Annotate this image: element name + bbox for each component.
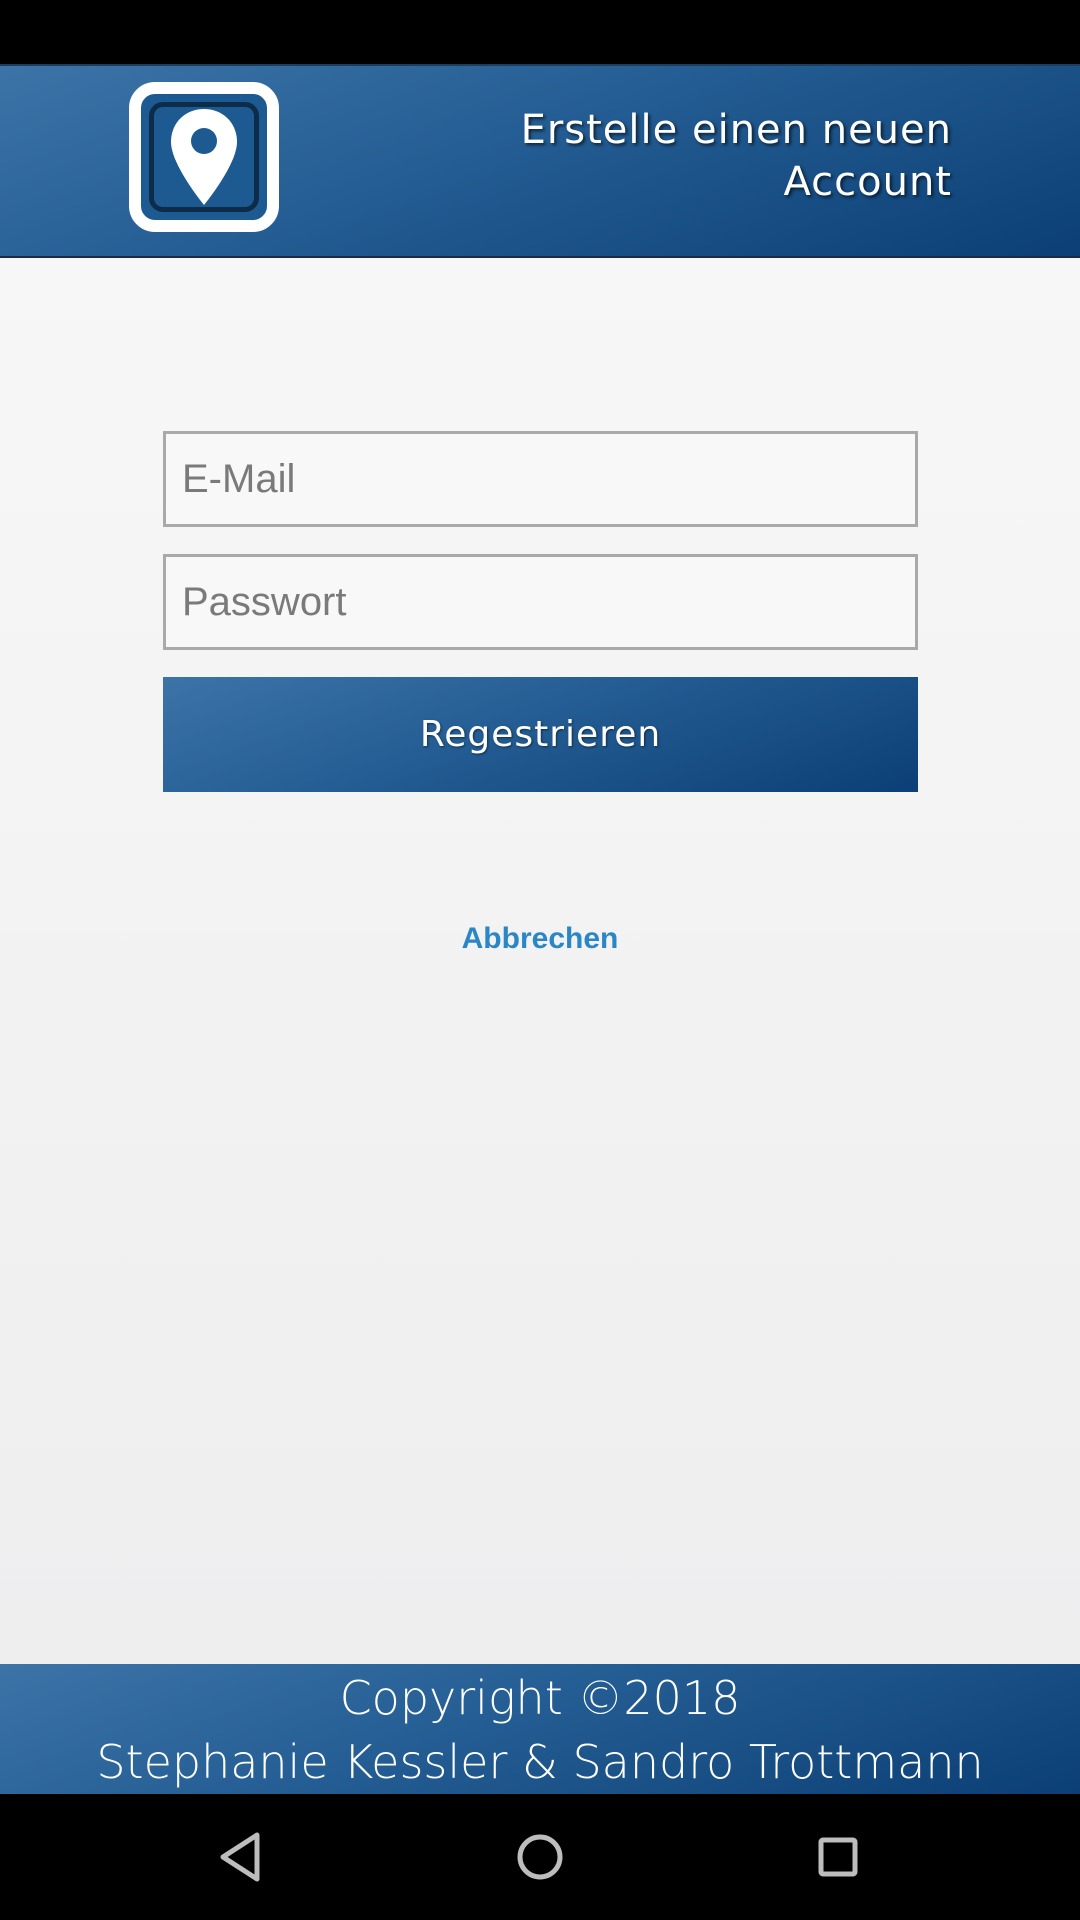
app-logo xyxy=(129,82,279,232)
nav-back-button[interactable] xyxy=(208,1824,274,1890)
register-button[interactable]: Regestrieren xyxy=(163,677,918,792)
logo-frame xyxy=(149,102,259,212)
footer: Copyright ©2018 Stephanie Kessler & Sand… xyxy=(0,1664,1080,1794)
system-navigation-bar xyxy=(0,1794,1080,1920)
email-field[interactable] xyxy=(163,431,918,527)
nav-home-button[interactable] xyxy=(507,1824,573,1890)
status-bar xyxy=(0,0,1080,64)
page-title: Erstelle einen neuen Account xyxy=(520,107,952,205)
cancel-link[interactable]: Abbrechen xyxy=(0,922,1080,956)
home-circle-icon xyxy=(517,1834,563,1880)
back-triangle-icon xyxy=(220,1832,260,1882)
map-pin-icon xyxy=(171,109,237,205)
registration-form: Regestrieren Abbrechen xyxy=(0,258,1080,1664)
authors-text: Stephanie Kessler & Sandro Trottmann xyxy=(96,1735,984,1789)
recent-apps-square-icon xyxy=(818,1837,858,1877)
copyright-text: Copyright ©2018 xyxy=(339,1671,741,1725)
nav-recent-apps-button[interactable] xyxy=(805,1824,871,1890)
password-field[interactable] xyxy=(163,554,918,650)
app-header: Erstelle einen neuen Account xyxy=(0,64,1080,258)
